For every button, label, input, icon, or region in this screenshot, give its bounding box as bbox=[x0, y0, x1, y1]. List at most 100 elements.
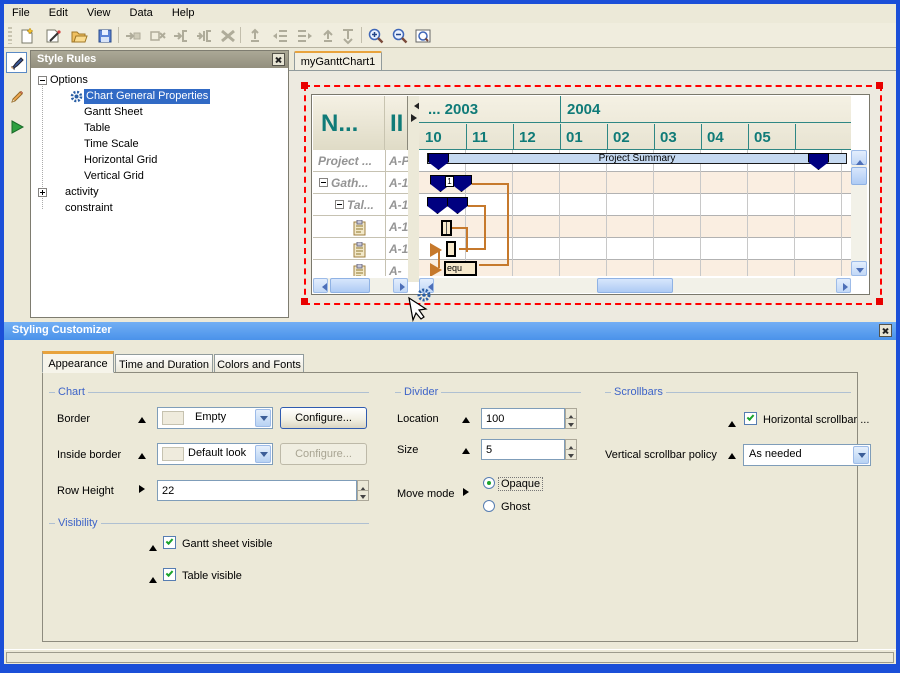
delete-icon[interactable] bbox=[217, 25, 239, 46]
summary-start-milestone[interactable] bbox=[428, 153, 449, 170]
summary-bar[interactable]: Project Summary bbox=[427, 153, 847, 164]
milestone[interactable] bbox=[451, 175, 472, 192]
property-set-marker-icon[interactable] bbox=[462, 444, 470, 454]
constraint-link[interactable] bbox=[484, 205, 486, 250]
style-wizard-icon[interactable] bbox=[42, 25, 64, 46]
configure-border-button[interactable]: Configure... bbox=[280, 407, 367, 429]
tree-item-activity[interactable]: activity bbox=[65, 185, 99, 200]
table-sheet-divider[interactable] bbox=[408, 96, 419, 282]
collapse-icon[interactable] bbox=[319, 178, 328, 187]
opaque-radio-label[interactable]: Opaque bbox=[499, 478, 542, 490]
tab-time-and-duration[interactable]: Time and Duration bbox=[115, 354, 213, 373]
menu-data[interactable]: Data bbox=[122, 4, 161, 23]
spin-down-icon[interactable] bbox=[565, 449, 577, 460]
horizontal-scroll-thumb[interactable] bbox=[597, 278, 673, 293]
horizontal-scrollbar-checkbox[interactable] bbox=[744, 412, 757, 425]
combo-dropdown-icon[interactable] bbox=[255, 445, 271, 463]
property-set-marker-icon[interactable] bbox=[149, 541, 157, 551]
run-preview-icon[interactable] bbox=[6, 116, 27, 137]
promote-icon[interactable] bbox=[244, 25, 266, 46]
tree-item-gantt-sheet[interactable]: Gantt Sheet bbox=[84, 105, 143, 120]
gantt-sheet-visible-checkbox[interactable] bbox=[163, 536, 176, 549]
make-child-icon[interactable] bbox=[170, 25, 192, 46]
move-down-icon[interactable] bbox=[337, 25, 359, 46]
close-icon[interactable] bbox=[879, 324, 892, 337]
tree-item-horizontal-grid[interactable]: Horizontal Grid bbox=[84, 153, 157, 168]
horizontal-scroll-thumb[interactable] bbox=[330, 278, 370, 293]
menu-file[interactable]: File bbox=[4, 4, 38, 23]
new-document-icon[interactable] bbox=[16, 25, 38, 46]
property-set-marker-icon[interactable] bbox=[728, 449, 736, 459]
vertical-scroll-thumb[interactable] bbox=[851, 167, 867, 185]
scroll-right-icon[interactable] bbox=[836, 278, 851, 293]
location-input[interactable] bbox=[482, 409, 564, 428]
zoom-in-icon[interactable] bbox=[365, 25, 387, 46]
collapse-icon[interactable] bbox=[335, 200, 344, 209]
ghost-radio-label[interactable]: Ghost bbox=[499, 501, 532, 513]
table-row-name[interactable]: Gath... bbox=[331, 176, 368, 190]
size-input[interactable] bbox=[482, 440, 564, 459]
property-inherit-marker-icon[interactable] bbox=[463, 488, 473, 496]
opaque-radio[interactable] bbox=[483, 477, 495, 489]
summary-end-milestone[interactable] bbox=[808, 153, 829, 170]
tree-item-chart-general-properties[interactable]: Chart General Properties bbox=[84, 89, 210, 104]
combo-dropdown-icon[interactable] bbox=[255, 409, 271, 427]
tab-mygan­ttchart1[interactable]: myGanttChart1 bbox=[294, 51, 382, 71]
ghost-radio[interactable] bbox=[483, 500, 495, 512]
task-bar[interactable] bbox=[446, 241, 456, 257]
close-icon[interactable] bbox=[272, 53, 285, 66]
row-height-spinner[interactable] bbox=[157, 480, 357, 501]
location-spinner[interactable] bbox=[481, 408, 565, 429]
constraint-link[interactable] bbox=[466, 227, 468, 252]
table-header-name[interactable]: N... bbox=[313, 96, 385, 150]
toolbar-grip[interactable] bbox=[8, 27, 12, 44]
indent-icon[interactable] bbox=[294, 25, 316, 46]
menu-help[interactable]: Help bbox=[164, 4, 203, 23]
property-set-marker-icon[interactable] bbox=[149, 573, 157, 583]
selection-handle-ne[interactable] bbox=[876, 82, 883, 89]
constraint-link[interactable] bbox=[472, 183, 509, 185]
tab-colors-and-fonts[interactable]: Colors and Fonts bbox=[214, 354, 304, 373]
task-bar[interactable] bbox=[441, 220, 452, 236]
scroll-up-icon[interactable] bbox=[851, 150, 867, 165]
inside-border-combo[interactable]: Default look bbox=[157, 443, 273, 465]
style-brush-icon[interactable] bbox=[6, 52, 27, 73]
constraint-link[interactable] bbox=[459, 248, 486, 250]
gantt-sheet[interactable]: Project Summary 1 equ bbox=[419, 150, 851, 276]
selection-handle-se[interactable] bbox=[876, 298, 883, 305]
open-icon[interactable] bbox=[68, 25, 90, 46]
property-set-marker-icon[interactable] bbox=[138, 413, 146, 423]
milestone[interactable] bbox=[447, 197, 468, 214]
gantt-vertical-scrollbar[interactable] bbox=[851, 150, 867, 276]
make-parent-icon[interactable] bbox=[193, 25, 215, 46]
spin-down-icon[interactable] bbox=[357, 490, 369, 501]
remove-activity-icon[interactable] bbox=[147, 25, 169, 46]
scroll-left-icon[interactable] bbox=[313, 278, 328, 293]
table-header-id[interactable]: II bbox=[385, 96, 408, 150]
collapse-icon[interactable] bbox=[38, 76, 47, 85]
outdent-icon[interactable] bbox=[269, 25, 291, 46]
property-set-marker-icon[interactable] bbox=[728, 417, 736, 427]
combo-dropdown-icon[interactable] bbox=[853, 446, 869, 464]
scroll-down-icon[interactable] bbox=[851, 261, 867, 276]
row-height-input[interactable] bbox=[158, 481, 356, 500]
spin-down-icon[interactable] bbox=[565, 418, 577, 429]
edit-pencil-icon[interactable] bbox=[6, 86, 27, 107]
table-visible-checkbox[interactable] bbox=[163, 568, 176, 581]
gantt-table-body[interactable]: Project ... A-P Gath... A-1 Tal... A-1 A… bbox=[313, 150, 408, 276]
constraint-link[interactable] bbox=[507, 183, 509, 266]
tree-item-vertical-grid[interactable]: Vertical Grid bbox=[84, 169, 144, 184]
tab-appearance[interactable]: Appearance bbox=[42, 351, 114, 373]
size-spinner[interactable] bbox=[481, 439, 565, 460]
time-scale[interactable]: ... 2003 2004 10 11 12 01 02 03 04 05 bbox=[419, 96, 851, 150]
property-set-marker-icon[interactable] bbox=[462, 413, 470, 423]
table-row-name[interactable]: Tal... bbox=[347, 198, 374, 212]
table-row-name[interactable]: Project ... bbox=[318, 154, 372, 168]
selection-handle-sw[interactable] bbox=[301, 298, 308, 305]
save-icon[interactable] bbox=[94, 25, 116, 46]
property-set-marker-icon[interactable] bbox=[138, 449, 146, 459]
tree-item-constraint[interactable]: constraint bbox=[65, 201, 113, 216]
menu-edit[interactable]: Edit bbox=[41, 4, 76, 23]
selection-handle-nw[interactable] bbox=[301, 82, 308, 89]
insert-activity-icon[interactable] bbox=[122, 25, 144, 46]
